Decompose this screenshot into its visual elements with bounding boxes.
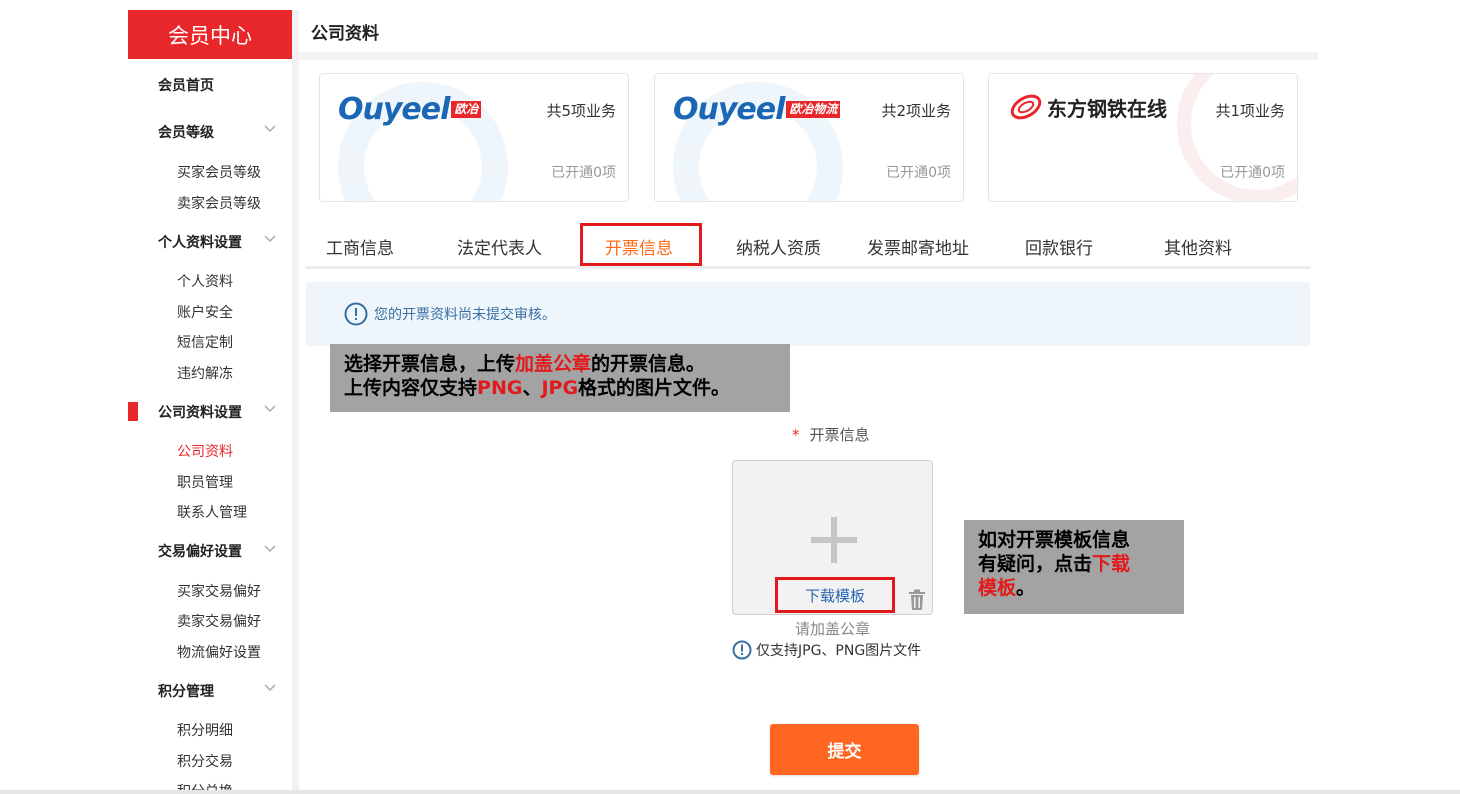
tab-legal-representative[interactable]: 法定代表人	[457, 226, 542, 266]
sidebar-item-seller-level[interactable]: 卖家会员等级	[128, 188, 292, 219]
sidebar-item-buyer-level[interactable]: 买家会员等级	[128, 157, 292, 188]
callout-emphasis: 加盖公章	[515, 353, 592, 375]
ouyeel-logistics-logo: Ouyeel 欧冶物流	[673, 92, 841, 127]
plus-icon	[811, 517, 857, 563]
sidebar-group-label: 会员等级	[158, 124, 214, 141]
sidebar-item-logistics-preference[interactable]: 物流偏好设置	[128, 637, 292, 668]
logo-text: 东方钢铁在线	[1047, 96, 1167, 121]
dongfang-logo: 东方钢铁在线	[1007, 92, 1167, 122]
chevron-down-icon	[264, 405, 276, 415]
callout-text: 有疑问，点击	[978, 553, 1093, 575]
logo-tag: 欧冶	[451, 101, 482, 118]
invoice-upload-label: * 开票信息	[792, 424, 870, 445]
sidebar-item-staff-management[interactable]: 职员管理	[128, 467, 292, 498]
sidebar-item-home[interactable]: 会员首页	[128, 69, 292, 100]
sidebar-item-points-redeem[interactable]: 积分兑换	[128, 776, 292, 790]
chevron-down-icon	[264, 544, 276, 555]
instruction-callout-template: 如对开票模板信息 有疑问，点击下载 模板。	[964, 520, 1184, 614]
sidebar-header: 会员中心	[128, 10, 292, 59]
active-marker	[128, 402, 138, 421]
format-hint: 仅支持JPG、PNG图片文件	[732, 640, 921, 660]
logo-text: Ouyeel	[338, 92, 450, 127]
upload-label-text: 开票信息	[809, 426, 870, 444]
business-count: 共2项业务	[881, 102, 951, 120]
sidebar-group-label: 个人资料设置	[158, 234, 242, 251]
sidebar-group-label: 积分管理	[158, 683, 214, 700]
sidebar-item-sms-settings[interactable]: 短信定制	[128, 327, 292, 358]
opened-count: 已开通0项	[1220, 165, 1285, 181]
callout-text: 的开票信息。	[591, 353, 706, 375]
sidebar-group-label: 交易偏好设置	[158, 544, 242, 560]
sidebar-item-contact-management[interactable]: 联系人管理	[128, 497, 292, 528]
callout-emphasis: 模板	[978, 577, 1017, 599]
business-card-ouyeel-logistics[interactable]: Ouyeel 欧冶物流 共2项业务 已开通0项	[654, 73, 964, 202]
callout-line: 上传内容仅支持PNG、JPG格式的图片文件。	[344, 376, 776, 400]
tab-divider	[306, 266, 1310, 269]
tab-invoice-address[interactable]: 发票邮寄地址	[867, 226, 969, 266]
dongfang-emblem-icon	[1007, 92, 1045, 122]
tab-other-info[interactable]: 其他资料	[1164, 226, 1232, 266]
sidebar-item-account-security[interactable]: 账户安全	[128, 297, 292, 328]
title-divider	[299, 52, 1318, 60]
callout-text: 。	[1016, 577, 1036, 599]
sidebar-group-company-settings[interactable]: 公司资料设置	[128, 396, 292, 427]
sidebar-item-points-trade[interactable]: 积分交易	[128, 746, 292, 777]
tab-business-info[interactable]: 工商信息	[326, 226, 394, 266]
callout-line: 模板。	[978, 576, 1170, 600]
sidebar: 会员中心 会员首页 会员等级 买家会员等级 卖家会员等级 个人资料设置 个人资料…	[128, 10, 292, 790]
callout-text: 格式的图片文件。	[578, 377, 731, 399]
tab-taxpayer-qualification[interactable]: 纳税人资质	[736, 226, 821, 266]
callout-emphasis: 下载	[1092, 553, 1131, 575]
notice-text: 您的开票资料尚未提交审核。	[374, 307, 556, 323]
sidebar-group-points[interactable]: 积分管理	[128, 675, 292, 706]
sidebar-item-buyer-preference[interactable]: 买家交易偏好	[128, 576, 292, 607]
download-template-link[interactable]: 下载模板	[775, 577, 895, 613]
info-icon	[732, 640, 752, 660]
stamp-hint: 请加盖公章	[795, 620, 871, 638]
chevron-down-icon	[264, 235, 276, 245]
sidebar-item-label: 会员首页	[158, 77, 214, 94]
tab-payment-bank[interactable]: 回款银行	[1025, 226, 1093, 266]
sidebar-item-seller-preference[interactable]: 卖家交易偏好	[128, 606, 292, 637]
opened-count: 已开通0项	[551, 165, 616, 181]
sidebar-item-points-detail[interactable]: 积分明细	[128, 715, 292, 746]
callout-emphasis: JPG	[541, 377, 579, 399]
sidebar-group-member-level[interactable]: 会员等级	[128, 116, 292, 147]
callout-emphasis: PNG	[477, 377, 523, 399]
format-hint-text: 仅支持JPG、PNG图片文件	[756, 643, 922, 659]
sidebar-group-personal-settings[interactable]: 个人资料设置	[128, 226, 292, 257]
callout-text: 上传内容仅支持	[344, 377, 478, 399]
instruction-callout-upload: 选择开票信息，上传加盖公章的开票信息。 上传内容仅支持PNG、JPG格式的图片文…	[330, 344, 790, 412]
sidebar-item-personal-info[interactable]: 个人资料	[128, 266, 292, 297]
sidebar-item-default-unfreeze[interactable]: 违约解冻	[128, 358, 292, 389]
tab-highlight-frame	[580, 223, 702, 266]
business-count: 共5项业务	[546, 102, 616, 120]
chevron-down-icon	[264, 125, 276, 135]
chevron-down-icon	[264, 684, 276, 694]
callout-text: 选择开票信息，上传	[344, 353, 516, 375]
callout-line: 选择开票信息，上传加盖公章的开票信息。	[344, 352, 776, 376]
sidebar-item-company-info[interactable]: 公司资料	[128, 436, 292, 467]
review-notice: 您的开票资料尚未提交审核。	[306, 282, 1310, 346]
opened-count: 已开通0项	[886, 165, 951, 181]
callout-line: 如对开票模板信息	[978, 529, 1131, 551]
business-card-dongfang[interactable]: 东方钢铁在线 共1项业务 已开通0项	[988, 73, 1298, 202]
callout-text: 、	[522, 377, 542, 399]
bottom-divider	[0, 790, 1460, 794]
submit-button[interactable]: 提交	[770, 724, 919, 775]
ouyeel-logo: Ouyeel 欧冶	[338, 92, 482, 127]
page-title: 公司资料	[299, 10, 1318, 52]
sidebar-group-trade-preferences[interactable]: 交易偏好设置	[128, 536, 292, 567]
logo-tag: 欧冶物流	[786, 101, 841, 118]
sidebar-group-label: 公司资料设置	[158, 404, 242, 421]
logo-text: Ouyeel	[673, 92, 785, 127]
watermark-graphic	[1177, 74, 1297, 201]
trash-icon[interactable]	[908, 589, 926, 611]
business-count: 共1项业务	[1215, 102, 1285, 120]
tab-bar: 工商信息 法定代表人 开票信息 纳税人资质 发票邮寄地址 回款银行 其他资料	[306, 226, 1310, 268]
business-card-ouyeel[interactable]: Ouyeel 欧冶 共5项业务 已开通0项	[319, 73, 629, 202]
info-icon	[344, 302, 368, 326]
callout-line: 有疑问，点击下载	[978, 552, 1170, 576]
required-mark: *	[792, 426, 800, 444]
